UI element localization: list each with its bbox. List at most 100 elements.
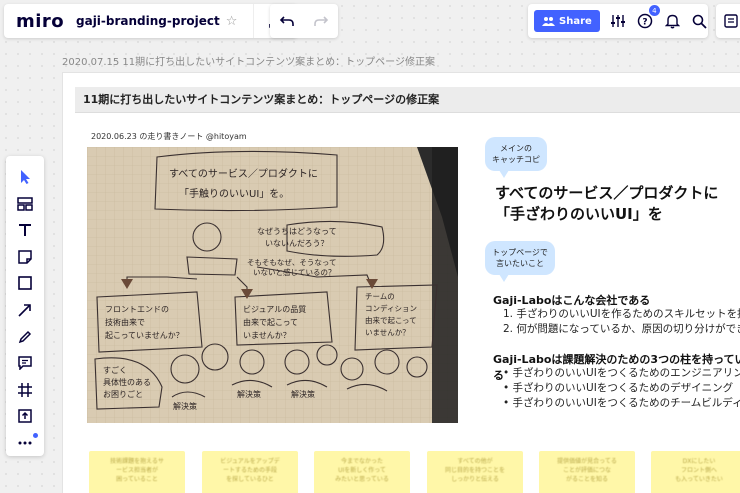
sketch-title-line1: すべてのサービス／プロダクトに [169, 167, 318, 180]
bell-icon [664, 14, 680, 29]
sketch-question-line2: いないんだろう？ [265, 239, 329, 248]
upload-icon [18, 409, 32, 423]
share-button[interactable]: Share [534, 10, 600, 32]
text-tool[interactable] [10, 217, 40, 244]
box-left-line1: フロントエンドの [105, 305, 169, 314]
notifications-button[interactable] [664, 12, 681, 30]
select-tool[interactable] [10, 164, 40, 191]
photo-caption: 2020.06.23 の走り書きノート @hitoyam [91, 132, 247, 141]
box-mid-line2: 由来で起こって [243, 317, 298, 327]
box-mid-line3: いませんか？ [243, 331, 291, 340]
sticky-text: 提供価値が見合ってる [557, 458, 617, 465]
main-catchcopy-bubble[interactable]: メインの キャッチコピ [485, 137, 547, 178]
list-item: 1. 手ざわりのいいUIを作るためのスキルセットを持 [503, 308, 740, 320]
document-title: 11期に打ち出したいサイトコンテンツ案まとめ：トップページの修正案 [75, 87, 740, 113]
sticky-note[interactable]: DXにしたい フロント側へ も入っていきたい [651, 451, 740, 493]
section1-title: Gaji-Laboはこんな会社である [493, 294, 651, 307]
settings-sliders-button[interactable] [610, 12, 627, 30]
list-item: 2. 何が問題になっているか、原因の切り分けができ [503, 323, 740, 335]
box-right-line2: コンディション [365, 303, 417, 313]
sticky-note[interactable]: 今までなかった UIを新しく作って みたいと思っている [314, 451, 410, 493]
collaboration-bar: Share ? 4 [528, 4, 708, 38]
connection-line-tool[interactable] [10, 297, 40, 324]
sticky-text: がることを知る [565, 476, 608, 483]
box-right-line3: 由来で起こって [365, 315, 417, 325]
box-right-line1: チームの [365, 292, 395, 301]
sticky-text: 困っていること [116, 476, 158, 483]
text-icon [19, 224, 31, 237]
bubble-top-line1: トップページで [492, 248, 548, 257]
help-button[interactable]: ? 4 [637, 5, 660, 30]
sketch-title-line2: 「手触りのいいUI」を。 [179, 187, 289, 200]
sticky-note[interactable]: すべての他が 同じ目的を持つことを しっかりと伝える [427, 451, 523, 493]
sticky-text: ことが評価につな [562, 467, 611, 474]
cursor-icon [21, 170, 30, 185]
catchcopy-heading: すべてのサービス／プロダクトに 「手ざわりのいいUI」を [495, 183, 740, 225]
box-mid-line1: ビジュアルの品質 [243, 304, 306, 314]
sticky-note[interactable]: ビジュアルをアップデ ートするための手段 を探しているひと [202, 451, 298, 493]
bubble-top-line2: 言いたいこと [496, 259, 544, 268]
templates-tool[interactable] [10, 191, 40, 218]
bottom-left-line1: すごく [103, 365, 127, 375]
comment-tool[interactable] [10, 350, 40, 377]
undo-button[interactable] [278, 12, 296, 30]
pen-icon [18, 330, 32, 343]
bubble-main-line2: キャッチコピ [492, 155, 540, 164]
list-icon [724, 14, 738, 28]
users-icon [542, 17, 555, 26]
sticky-note[interactable]: 提供価値が見合ってる ことが評価につな がることを知る [539, 451, 635, 493]
bubble-main-line1: メインの [500, 144, 532, 153]
solve-label-3: 解決策 [291, 389, 315, 399]
sticky-text: すべての他が [457, 458, 493, 465]
catchcopy-line1: すべてのサービス／プロダクトに [495, 184, 719, 202]
star-icon[interactable]: ☆ [226, 14, 238, 29]
sticky-text: 技術課題を抱えるサ [110, 458, 164, 465]
board-title[interactable]: gaji-branding-project [76, 14, 220, 28]
board-menu-button[interactable] [716, 4, 740, 38]
sticky-text: フロント側へ [680, 467, 717, 474]
content-frame[interactable]: 11期に打ち出したいサイトコンテンツ案まとめ：トップページの修正案 2020.0… [62, 72, 740, 493]
redo-icon [314, 16, 329, 26]
sticky-text: 同じ目的を持つことを [444, 467, 505, 474]
more-icon [18, 441, 32, 445]
sticky-text: ートするための手段 [222, 467, 277, 474]
notification-badge: 4 [648, 5, 660, 16]
notebook-photo[interactable]: すべてのサービス／プロダクトに 「手触りのいいUI」を。 なぜうちはどうなって … [87, 147, 458, 423]
box-left-line3: 起こっていませんか？ [105, 331, 184, 340]
shape-tool[interactable] [10, 270, 40, 297]
comment-icon [18, 356, 32, 371]
notebook-sketch: すべてのサービス／プロダクトに 「手触りのいいUI」を。 なぜうちはどうなって … [87, 147, 458, 423]
list-item: • 手ざわりのいいUIをつくるためのデザイニング [503, 382, 734, 394]
sticky-text: ビジュアルをアップデ [220, 458, 280, 465]
list-item: • 手ざわりのいいUIをつくるためのエンジニアリン [503, 367, 740, 379]
bottom-left-line3: お困りごと [103, 389, 143, 399]
top-page-bubble[interactable]: トップページで 言いたいこと [485, 241, 555, 282]
sticky-note[interactable]: 技術課題を抱えるサ ービス担当者が 困っていること [89, 451, 185, 493]
sticky-note-tool[interactable] [10, 244, 40, 271]
sticky-text: しっかりと伝える [451, 476, 499, 483]
frame-title[interactable]: 2020.07.15 11期に打ち出したいサイトコンテンツ案まとめ：トップページ… [62, 53, 435, 68]
frame-tool[interactable] [10, 376, 40, 403]
search-icon [692, 14, 707, 29]
sticky-text: も入っていきたい [675, 476, 723, 483]
miro-logo[interactable]: miro [4, 11, 76, 32]
templates-icon [17, 197, 33, 211]
sticky-text: DXにしたい [682, 458, 716, 465]
pen-tool[interactable] [10, 323, 40, 350]
sticky-text: ービス担当者が [115, 467, 158, 474]
sketch-question-line1: なぜうちはどうなって [257, 227, 337, 236]
search-button[interactable] [691, 12, 708, 30]
sticky-text: を探しているひと [226, 476, 274, 483]
more-tools-button[interactable] [10, 429, 40, 456]
sticky-note-icon [18, 250, 32, 264]
redo-button[interactable] [312, 12, 330, 30]
arrow-line-icon [18, 304, 31, 317]
sticky-text: 今までなかった [340, 458, 383, 465]
sketch-question2-line1: そもそもなぜ、そうなって [247, 258, 336, 267]
upload-tool[interactable] [10, 403, 40, 430]
history-bar [270, 4, 338, 38]
square-icon [18, 276, 32, 291]
frame-icon [18, 382, 32, 397]
solve-label-2: 解決策 [237, 389, 261, 399]
section1-list: 1. 手ざわりのいいUIを作るためのスキルセットを持 2. 何が問題になっている… [493, 307, 740, 337]
